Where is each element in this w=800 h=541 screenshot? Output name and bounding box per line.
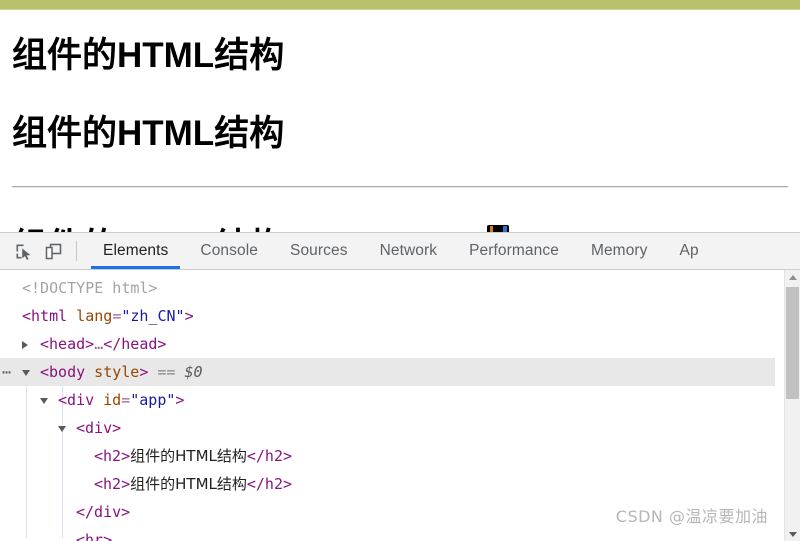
inspect-element-icon[interactable] [8, 237, 38, 265]
tab-network[interactable]: Network [364, 233, 454, 269]
dom-row[interactable]: <html lang="zh_CN"> [0, 302, 775, 330]
dom-body-marker: == [148, 363, 185, 381]
tab-elements[interactable]: Elements [87, 233, 184, 269]
dom-row[interactable]: <!DOCTYPE html> [0, 274, 775, 302]
tab-console-label: Console [200, 242, 258, 259]
dom-row[interactable]: <head>…</head> [0, 330, 775, 358]
page-partial-element [487, 225, 509, 232]
dom-hr: <hr> [76, 531, 113, 541]
toolbar-divider [76, 241, 77, 261]
dom-tree: <!DOCTYPE html> <html lang="zh_CN"> <hea… [0, 270, 775, 541]
dom-h2-1-open: <h2> [94, 447, 131, 465]
tab-performance[interactable]: Performance [453, 233, 575, 269]
dom-h2-2-text: 组件的HTML结构 [130, 475, 247, 493]
tab-memory-label: Memory [590, 242, 648, 259]
tab-sources[interactable]: Sources [274, 233, 364, 269]
dom-row[interactable]: <div> [0, 414, 775, 442]
dom-row[interactable]: <h2>组件的HTML结构</h2> [0, 470, 775, 498]
dom-body-open: <body [40, 363, 86, 381]
device-toolbar-icon[interactable] [38, 237, 68, 265]
dom-h2-2-open: <h2> [94, 475, 131, 493]
dom-body-attr-name: style [85, 363, 140, 381]
dom-h2-2-close: </h2> [246, 475, 293, 493]
dom-head-open: <head> [40, 335, 95, 353]
tab-network-label: Network [379, 242, 438, 259]
devtools-elements-body: <!DOCTYPE html> <html lang="zh_CN"> <hea… [0, 270, 800, 541]
dom-divapp-eq: = [121, 391, 131, 409]
scroll-down-arrow-icon[interactable] [785, 527, 800, 541]
page-horizontal-rule [12, 185, 788, 188]
page-content: 组件的HTML结构 组件的HTML结构 组件的HTML结构 [0, 36, 800, 232]
tab-sources-label: Sources [290, 242, 348, 259]
dom-doctype: <!DOCTYPE html> [22, 279, 158, 297]
tab-application[interactable]: Ap [664, 233, 715, 269]
dom-divapp-attr-name: id [94, 391, 122, 409]
dom-html-attr-name: lang [67, 307, 113, 325]
dom-divapp-attr-value: "app" [130, 391, 176, 409]
page-heading-1: 组件的HTML结构 [12, 36, 285, 75]
dom-tree-scrollbar[interactable] [784, 270, 800, 541]
dom-row[interactable]: </div> [0, 498, 775, 526]
dom-body-dollar-zero: $0 [184, 363, 203, 381]
browser-chrome-bar [0, 0, 800, 9]
tab-performance-label: Performance [469, 242, 559, 259]
page-viewport: 组件的HTML结构 组件的HTML结构 组件的HTML结构 [0, 10, 800, 232]
dom-divapp-open: <div [58, 391, 95, 409]
dom-row[interactable]: <hr> [0, 526, 775, 541]
tab-elements-label: Elements [103, 242, 169, 259]
dom-div-close: </div> [76, 503, 131, 521]
dom-html-eq: = [112, 307, 122, 325]
scrollbar-thumb[interactable] [786, 287, 799, 399]
devtools-panel: Elements Console Sources Network Perform… [0, 232, 800, 541]
dom-head-close: </head> [103, 335, 167, 353]
dom-h2-1-close: </h2> [246, 447, 293, 465]
devtools-toolbar-icons [0, 233, 68, 269]
page-heading-2: 组件的HTML结构 [12, 113, 285, 153]
dom-html-open: <html [22, 307, 68, 325]
tab-application-label: Ap [679, 242, 699, 259]
dom-h2-1-text: 组件的HTML结构 [130, 447, 247, 465]
scroll-up-arrow-icon[interactable] [785, 270, 800, 285]
screenshot-root: 组件的HTML结构 组件的HTML结构 组件的HTML结构 [0, 0, 800, 541]
dom-row[interactable]: <h2>组件的HTML结构</h2> [0, 442, 775, 470]
devtools-tab-list: Elements Console Sources Network Perform… [87, 233, 715, 269]
dom-html-close: > [184, 307, 194, 325]
devtools-tabbar: Elements Console Sources Network Perform… [0, 233, 800, 270]
dom-head-ellipsis: … [94, 335, 104, 353]
tab-memory[interactable]: Memory [575, 233, 664, 269]
dom-row[interactable]: <div id="app"> [0, 386, 775, 414]
dom-html-attr-value: "zh_CN" [121, 307, 185, 325]
dom-divinner-open: <div> [76, 419, 122, 437]
dom-divapp-close: > [175, 391, 185, 409]
tab-console[interactable]: Console [184, 233, 274, 269]
dom-row-selected[interactable]: ⋯ <body style> == $0 [0, 358, 775, 386]
